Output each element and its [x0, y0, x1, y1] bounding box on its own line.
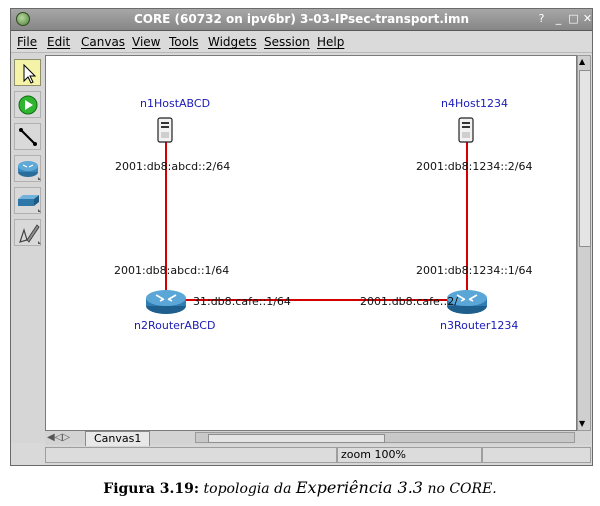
addr-label-n1: 2001:db8:abcd::2/64: [115, 160, 231, 173]
menu-file[interactable]: File: [17, 35, 37, 49]
addr-label-n3-link: 2001:db8:cafe::2/: [360, 295, 458, 308]
maximize-icon[interactable]: □: [567, 12, 580, 26]
menu-bar: File Edit Canvas View Tools Widgets Sess…: [11, 31, 592, 53]
menu-tools[interactable]: Tools: [169, 35, 199, 49]
router-icon: [18, 161, 41, 180]
menu-canvas[interactable]: Canvas: [81, 35, 125, 49]
help-icon[interactable]: ?: [535, 12, 548, 26]
addr-label-n4: 2001:db8:1234::2/64: [416, 160, 533, 173]
router-tool[interactable]: [14, 155, 41, 182]
minimize-icon[interactable]: _: [552, 12, 565, 26]
addr-label-n3-top: 2001:db8:1234::1/64: [416, 264, 533, 277]
tab-canvas1[interactable]: Canvas1: [85, 431, 151, 446]
host-n4-icon[interactable]: [458, 117, 474, 143]
horizontal-scroll-thumb[interactable]: [208, 434, 385, 443]
caption-text: topologia da: [203, 481, 292, 497]
vertical-scroll-thumb[interactable]: [579, 70, 591, 247]
tab-first-icon[interactable]: ◀◁▷: [47, 431, 70, 445]
figure-caption: Figura 3.19: topologia da Experiência 3.…: [0, 478, 600, 497]
router-n2-icon[interactable]: [146, 290, 186, 314]
link-tool[interactable]: [14, 123, 41, 150]
node-label-n3[interactable]: n3Router1234: [440, 319, 518, 332]
close-icon[interactable]: ✕: [581, 12, 594, 26]
node-label-n1[interactable]: n1HostABCD: [140, 97, 210, 110]
host-n1-icon[interactable]: [157, 117, 173, 143]
caption-emph: Experiência 3.3: [295, 478, 423, 497]
menu-help[interactable]: Help: [317, 35, 344, 49]
switch-tool[interactable]: [14, 187, 41, 214]
start-tool[interactable]: [14, 91, 41, 118]
annotate-tool[interactable]: [14, 219, 41, 246]
node-label-n4[interactable]: n4Host1234: [441, 97, 508, 110]
pen-icon: [19, 224, 41, 244]
addr-label-n2-top: 2001:db8:abcd::1/64: [114, 264, 230, 277]
scroll-up-icon[interactable]: ▲: [579, 57, 585, 67]
scroll-down-icon[interactable]: ▼: [579, 419, 585, 429]
node-label-n2[interactable]: n2RouterABCD: [134, 319, 215, 332]
menu-session[interactable]: Session: [264, 35, 310, 49]
menu-edit[interactable]: Edit: [47, 35, 70, 49]
topology-canvas[interactable]: n1HostABCD 2001:db8:abcd::2/64 n4Host123…: [45, 55, 577, 431]
title-bar[interactable]: CORE (60732 on ipv6br) 3-03-IPsec-transp…: [11, 9, 592, 31]
core-window: CORE (60732 on ipv6br) 3-03-IPsec-transp…: [10, 8, 593, 466]
select-tool[interactable]: [14, 59, 41, 86]
caption-prefix: Figura 3.19:: [103, 481, 200, 497]
status-bar: zoom 100%: [45, 446, 591, 464]
menu-view[interactable]: View: [132, 35, 160, 49]
topology-links: [146, 117, 487, 314]
play-icon: [18, 95, 38, 115]
status-extra: [482, 447, 591, 463]
vertical-scrollbar[interactable]: ▲ ▼: [577, 55, 591, 431]
canvas-tab-bar: ◀◁▷ Canvas1: [45, 431, 591, 446]
menu-widgets[interactable]: Widgets: [208, 35, 257, 49]
status-message: [45, 447, 337, 463]
status-zoom: zoom 100%: [337, 447, 482, 463]
link-icon: [19, 128, 37, 146]
window-title: CORE (60732 on ipv6br) 3-03-IPsec-transp…: [133, 12, 470, 26]
switch-icon: [18, 195, 41, 212]
tool-palette: [11, 53, 45, 443]
pointer-icon: [23, 63, 37, 84]
caption-suffix: no CORE.: [427, 481, 497, 497]
addr-label-n2-link: 31:db8:cafe::1/64: [193, 295, 291, 308]
horizontal-scrollbar[interactable]: [195, 432, 575, 443]
